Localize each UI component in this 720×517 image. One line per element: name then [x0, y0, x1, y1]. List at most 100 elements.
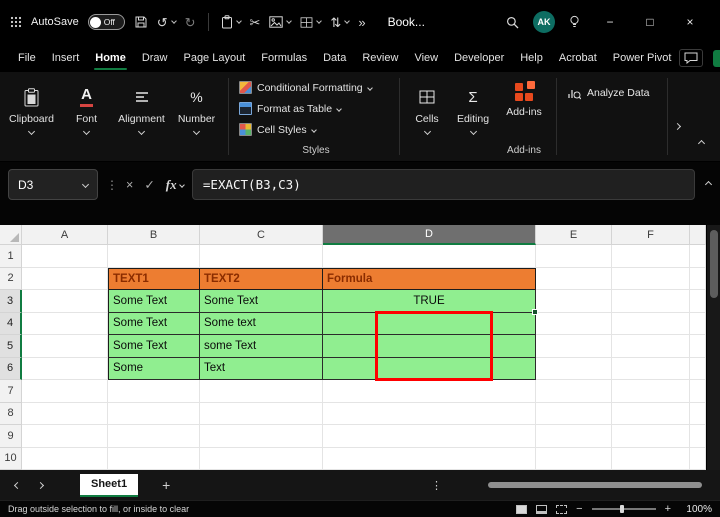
- cell-C5[interactable]: some Text: [200, 335, 323, 358]
- cell-C9[interactable]: [200, 425, 323, 448]
- cell-B4[interactable]: Some Text: [108, 312, 200, 335]
- ribbon-group-cells[interactable]: Cells: [404, 72, 450, 161]
- toolbar-overflow-icon[interactable]: »: [358, 16, 365, 29]
- cell-B7[interactable]: [108, 380, 200, 403]
- formula-input[interactable]: =EXACT(B3,C3): [191, 169, 695, 200]
- zoom-out-button[interactable]: −: [576, 503, 582, 515]
- row-header-10[interactable]: 10: [0, 447, 22, 470]
- redo-icon[interactable]: ↻: [185, 16, 196, 29]
- vertical-scrollbar[interactable]: [706, 225, 720, 470]
- row-header-4[interactable]: 4: [0, 312, 22, 335]
- cell-C3[interactable]: Some Text: [200, 290, 323, 313]
- cell-A8[interactable]: [22, 402, 108, 425]
- cancel-entry-icon[interactable]: ×: [126, 178, 133, 192]
- cell-F10[interactable]: [612, 447, 690, 470]
- row-header-7[interactable]: 7: [0, 380, 22, 403]
- cell-B10[interactable]: [108, 447, 200, 470]
- menu-tab-file[interactable]: File: [10, 44, 44, 72]
- cell-C10[interactable]: [200, 447, 323, 470]
- menu-tab-home[interactable]: Home: [87, 44, 134, 72]
- column-header-a[interactable]: A: [22, 225, 108, 245]
- collapse-formula-bar-chevron[interactable]: [703, 169, 714, 200]
- cell-A1[interactable]: [22, 245, 108, 268]
- search-icon[interactable]: [506, 16, 519, 29]
- cell-A10[interactable]: [22, 447, 108, 470]
- cell-E7[interactable]: [536, 380, 612, 403]
- name-box[interactable]: D3: [8, 169, 98, 200]
- cell-E4[interactable]: [536, 312, 612, 335]
- column-header-e[interactable]: E: [536, 225, 612, 245]
- close-button[interactable]: ×: [670, 15, 710, 29]
- cell-D4[interactable]: [323, 312, 536, 335]
- cell-F2[interactable]: [612, 267, 690, 290]
- row-header-8[interactable]: 8: [0, 402, 22, 425]
- cell-D8[interactable]: [323, 402, 536, 425]
- cell-E5[interactable]: [536, 335, 612, 358]
- comments-button[interactable]: [679, 49, 704, 67]
- horizontal-scrollbar-thumb[interactable]: [488, 482, 702, 488]
- zoom-slider-thumb[interactable]: [619, 505, 624, 513]
- cell-F5[interactable]: [612, 335, 690, 358]
- cell-E9[interactable]: [536, 425, 612, 448]
- normal-view-icon[interactable]: [516, 504, 528, 514]
- column-header-f[interactable]: F: [612, 225, 690, 245]
- worksheet[interactable]: A B C D E F 1 2 TEXT1 TEXT2 Formula 3 Some Text Some …: [0, 225, 706, 470]
- cell-B3[interactable]: Some Text: [108, 290, 200, 313]
- column-header-b[interactable]: B: [108, 225, 200, 245]
- cell-A4[interactable]: [22, 312, 108, 335]
- horizontal-scrollbar[interactable]: [454, 480, 706, 490]
- ribbon-group-number[interactable]: % Number: [169, 72, 224, 161]
- sheet-options-icon[interactable]: ⋮: [431, 479, 442, 492]
- cell-A6[interactable]: [22, 357, 108, 380]
- add-sheet-button[interactable]: +: [162, 477, 170, 493]
- cell-D2[interactable]: Formula: [323, 267, 536, 290]
- cell-E1[interactable]: [536, 245, 612, 268]
- formula-bar-handle-icon[interactable]: ⋮: [106, 169, 118, 200]
- zoom-level[interactable]: 100%: [680, 504, 712, 515]
- avatar[interactable]: AK: [533, 11, 555, 33]
- sheet-nav-left-chevron[interactable]: [12, 480, 23, 491]
- maximize-button[interactable]: □: [630, 15, 670, 29]
- ribbon-scroll-right-chevron[interactable]: [671, 112, 684, 138]
- cell-A9[interactable]: [22, 425, 108, 448]
- cell-E10[interactable]: [536, 447, 612, 470]
- sheet-tab-sheet1[interactable]: Sheet1: [80, 473, 139, 497]
- paste-icon[interactable]: [221, 15, 242, 29]
- analyze-data-button[interactable]: Analyze Data: [561, 82, 679, 104]
- cell-D6[interactable]: [323, 357, 536, 380]
- menu-tab-page-layout[interactable]: Page Layout: [175, 44, 253, 72]
- row-header-6[interactable]: 6: [0, 357, 22, 380]
- cell-F7[interactable]: [612, 380, 690, 403]
- styles-item-conditional-formatting[interactable]: Conditional Formatting: [239, 77, 393, 98]
- cell-B6[interactable]: Some: [108, 357, 200, 380]
- app-launcher-icon[interactable]: [10, 16, 22, 28]
- ribbon-group-addins[interactable]: Add-ins Add-ins: [496, 72, 552, 161]
- cell-F3[interactable]: [612, 290, 690, 313]
- collapse-ribbon-chevron[interactable]: [695, 129, 708, 155]
- save-icon[interactable]: [134, 15, 148, 29]
- cell-E3[interactable]: [536, 290, 612, 313]
- autosave-toggle[interactable]: Off: [87, 14, 125, 30]
- cell-C4[interactable]: Some text: [200, 312, 323, 335]
- cell-A5[interactable]: [22, 335, 108, 358]
- row-header-5[interactable]: 5: [0, 335, 22, 358]
- confirm-entry-icon[interactable]: ✓: [144, 177, 154, 192]
- cell-A3[interactable]: [22, 290, 108, 313]
- ribbon-group-alignment[interactable]: Alignment: [114, 72, 169, 161]
- menu-tab-acrobat[interactable]: Acrobat: [551, 44, 605, 72]
- styles-item-cell-styles[interactable]: Cell Styles: [239, 119, 393, 140]
- page-break-view-icon[interactable]: [556, 504, 568, 514]
- cell-E6[interactable]: [536, 357, 612, 380]
- cell-A2[interactable]: [22, 267, 108, 290]
- cell-B5[interactable]: Some Text: [108, 335, 200, 358]
- page-layout-view-icon[interactable]: [536, 504, 548, 514]
- menu-tab-view[interactable]: View: [406, 44, 446, 72]
- cell-D10[interactable]: [323, 447, 536, 470]
- cell-B1[interactable]: [108, 245, 200, 268]
- column-header-d[interactable]: D: [323, 225, 536, 245]
- styles-item-format-as-table[interactable]: Format as Table: [239, 98, 393, 119]
- insert-function-icon[interactable]: fx: [166, 177, 185, 193]
- share-button[interactable]: ↗: [713, 49, 720, 67]
- row-header-1[interactable]: 1: [0, 245, 22, 268]
- menu-tab-developer[interactable]: Developer: [446, 44, 512, 72]
